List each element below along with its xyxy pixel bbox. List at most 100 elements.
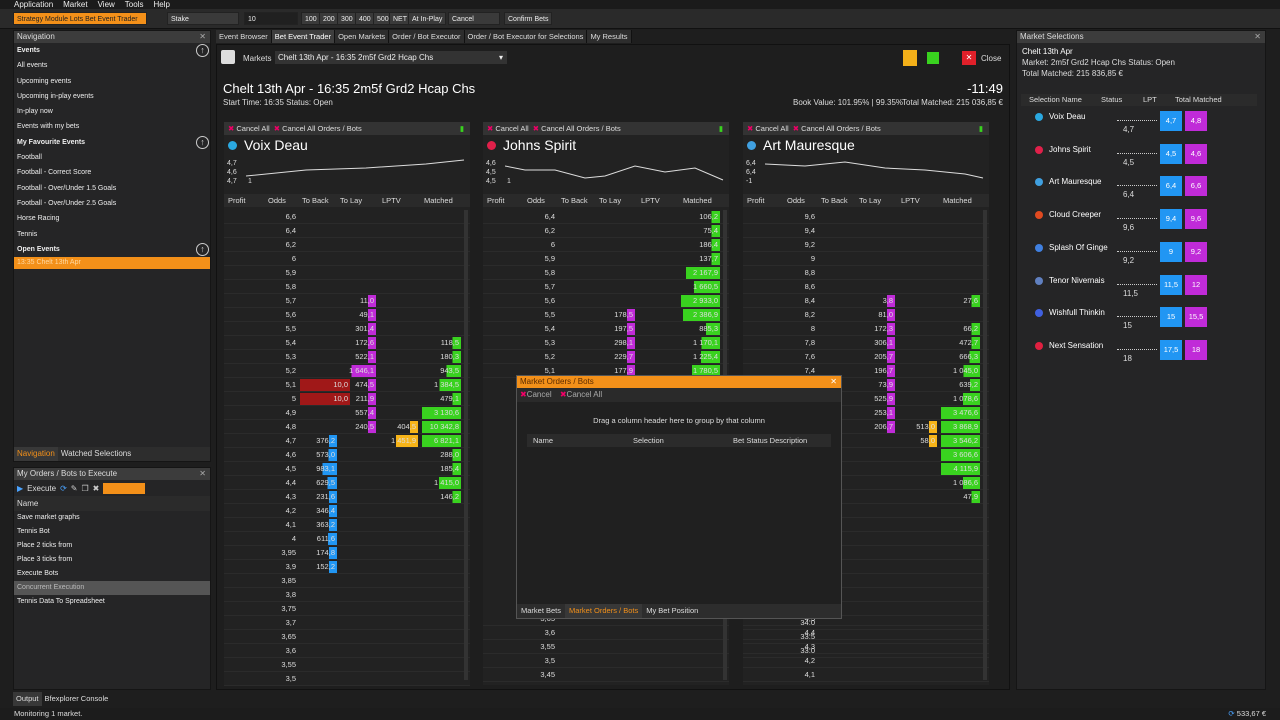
tab-event-browser[interactable]: Event Browser	[216, 30, 272, 43]
back-cell[interactable]	[819, 225, 856, 237]
nav-inplay-now[interactable]: In-play now	[14, 104, 210, 119]
matched-cell[interactable]: 118,5	[422, 337, 461, 349]
amount-100[interactable]: 100	[301, 12, 321, 25]
back-cell[interactable]	[300, 253, 337, 265]
odds-cell[interactable]: 6	[262, 252, 296, 266]
tab-console[interactable]: Bfexplorer Console	[42, 692, 112, 706]
lay-price[interactable]: 15,5	[1185, 307, 1207, 328]
odds-cell[interactable]: 4	[262, 532, 296, 546]
matched-cell[interactable]	[941, 225, 980, 237]
col-odds[interactable]: Odds	[787, 194, 805, 207]
lay-cell[interactable]: 306,1	[858, 337, 895, 349]
lay-cell[interactable]	[339, 211, 376, 223]
col-lptv[interactable]: LPTV	[641, 194, 660, 207]
lay-cell[interactable]	[339, 449, 376, 461]
matched-cell[interactable]: 885,3	[681, 323, 720, 335]
scrollbar[interactable]	[464, 210, 468, 680]
matched-cell[interactable]	[422, 323, 461, 335]
odds-cell[interactable]: 5,8	[521, 266, 555, 280]
chart-icon[interactable]: ▮	[460, 122, 464, 135]
odds-cell[interactable]: 4,1	[262, 518, 296, 532]
matched-cell[interactable]: 472,7	[941, 337, 980, 349]
menu-market[interactable]: Market	[63, 0, 87, 9]
odds-cell[interactable]: 3,6	[262, 644, 296, 658]
ladder-row[interactable]: 9	[743, 252, 989, 266]
ladder-row[interactable]: 4,5 983,1 185,4	[224, 462, 470, 476]
ladder-row[interactable]: 5,4 172,6 118,5	[224, 336, 470, 350]
copy-icon[interactable]: ❐	[81, 484, 88, 493]
ladder-row[interactable]: 3,95 174,8	[224, 546, 470, 560]
lptv-cell[interactable]	[899, 365, 937, 377]
matched-cell[interactable]: 1 086,6	[941, 477, 980, 489]
lptv-cell[interactable]	[899, 253, 937, 265]
back-price[interactable]: 11,5	[1160, 274, 1182, 295]
lay-price[interactable]: 4,6	[1185, 143, 1207, 164]
chart-icon[interactable]	[927, 52, 939, 64]
odds-cell[interactable]: 3,5	[262, 672, 296, 686]
tab-output[interactable]: Output	[13, 692, 42, 706]
matched-cell[interactable]: 3 130,6	[422, 407, 461, 419]
lay-cell[interactable]: 197,5	[598, 323, 635, 335]
strategy-select[interactable]: Strategy Module Lots Bet Event Trader	[13, 12, 147, 25]
lay-cell[interactable]	[339, 603, 376, 615]
lay-cell[interactable]	[858, 477, 895, 489]
matched-cell[interactable]: 2 167,9	[681, 267, 720, 279]
matched-cell[interactable]: 6 821,1	[422, 435, 461, 447]
lay-cell[interactable]	[339, 463, 376, 475]
menu-help[interactable]: Help	[153, 0, 169, 9]
odds-cell[interactable]: 4,9	[262, 406, 296, 420]
nav-all-events[interactable]: All events	[14, 58, 210, 73]
matched-cell[interactable]: 27,6	[941, 295, 980, 307]
lay-price[interactable]: 18	[1185, 339, 1207, 360]
back-cell[interactable]: 983,1	[300, 463, 337, 475]
odds-cell[interactable]: 3,55	[262, 658, 296, 672]
ladder-row[interactable]: 5,3 522,1 180,3	[224, 350, 470, 364]
lptv-cell[interactable]	[639, 267, 677, 279]
ladder-row[interactable]: 4,1 363,2	[224, 518, 470, 532]
lptv-cell[interactable]	[380, 267, 418, 279]
lptv-cell[interactable]	[380, 211, 418, 223]
odds-cell[interactable]: 8,4	[781, 294, 815, 308]
nav-events-with-bets[interactable]: Events with my bets	[14, 119, 210, 134]
lay-cell[interactable]	[339, 519, 376, 531]
delete-icon[interactable]: ✖	[93, 484, 100, 493]
matched-cell[interactable]: 4 115,9	[941, 463, 980, 475]
back-cell[interactable]	[300, 225, 337, 237]
lay-cell[interactable]: 172,3	[858, 323, 895, 335]
back-cell[interactable]	[300, 211, 337, 223]
odds-cell[interactable]: 5,3	[262, 350, 296, 364]
lay-cell[interactable]	[339, 435, 376, 447]
odds-cell[interactable]: 4,3	[262, 490, 296, 504]
odds-cell[interactable]: 8,8	[781, 266, 815, 280]
close-market-icon[interactable]: ✕	[962, 51, 976, 65]
lay-cell[interactable]: 73,9	[858, 379, 895, 391]
back-cell[interactable]: 346,4	[300, 505, 337, 517]
ladder-row[interactable]: 5,6 49,1	[224, 308, 470, 322]
lay-cell[interactable]	[339, 491, 376, 503]
back-cell[interactable]: 174,8	[300, 547, 337, 559]
back-cell[interactable]: 611,6	[300, 533, 337, 545]
odds-cell[interactable]: 5	[262, 392, 296, 406]
back-cell[interactable]	[559, 253, 596, 265]
lay-cell[interactable]: 178,5	[598, 309, 635, 321]
lay-cell[interactable]	[598, 239, 635, 251]
ladder-row[interactable]: 3,65	[224, 630, 470, 644]
lay-cell[interactable]: 301,4	[339, 323, 376, 335]
back-cell[interactable]	[819, 267, 856, 279]
ladder-row[interactable]: 8,8	[743, 266, 989, 280]
lay-cell[interactable]	[858, 449, 895, 461]
chart-icon[interactable]: ▮	[719, 122, 723, 135]
ladder-row[interactable]: 5 211,9 479,1 10,0	[224, 392, 470, 406]
matched-cell[interactable]	[422, 519, 461, 531]
lay-cell[interactable]	[858, 211, 895, 223]
lptv-cell[interactable]	[380, 365, 418, 377]
lptv-cell[interactable]	[380, 631, 418, 643]
back-cell[interactable]: 363,2	[300, 519, 337, 531]
col-bet-status[interactable]: Bet Status Description	[733, 434, 807, 447]
lay-cell[interactable]	[598, 281, 635, 293]
col-status[interactable]: Status	[1101, 94, 1122, 106]
back-cell[interactable]: 629,5	[300, 477, 337, 489]
order-item[interactable]: Place 2 ticks from	[14, 539, 210, 553]
lay-cell[interactable]	[858, 267, 895, 279]
back-cell[interactable]	[300, 407, 337, 419]
